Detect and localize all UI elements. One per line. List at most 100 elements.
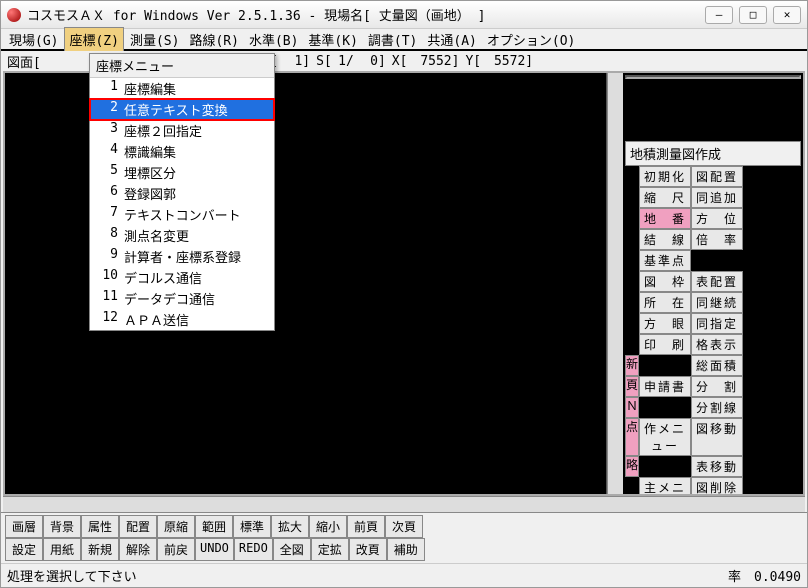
panel-btn-9-1[interactable]: 総面積	[691, 355, 743, 376]
dropdown-item-6[interactable]: 6登録図郭	[90, 183, 274, 204]
bottom-row2-4[interactable]: 前戻	[157, 538, 195, 561]
panel-btn-3-0[interactable]: 結 線	[639, 229, 691, 250]
bottom-row1-6[interactable]: 標準	[233, 515, 271, 538]
bottom-row2-2[interactable]: 新規	[81, 538, 119, 561]
dropdown-item-9[interactable]: 9計算者・座標系登録	[90, 246, 274, 267]
x-label: X[	[390, 54, 410, 69]
bottom-row1-7[interactable]: 拡大	[271, 515, 309, 538]
panel-btn-12-0[interactable]: 作メニュー	[639, 418, 691, 456]
dropdown-item-4[interactable]: 4標識編集	[90, 141, 274, 162]
dropdown-item-2[interactable]: 2任意テキスト変換	[90, 99, 274, 120]
panel-btn-14-0[interactable]: 主メニュー	[639, 477, 691, 496]
vertical-scrollbar[interactable]	[607, 73, 623, 494]
panel-btn-6-1[interactable]: 同継続	[691, 292, 743, 313]
panel-btn-11-1[interactable]: 分割線	[691, 397, 743, 418]
side-a-0	[625, 166, 639, 187]
panel-title: 地積測量図作成	[625, 141, 801, 166]
menu-8[interactable]: オプション(O)	[483, 28, 579, 51]
menu-7[interactable]: 共通(A)	[423, 28, 480, 51]
panel-btn-1-0[interactable]: 縮 尺	[639, 187, 691, 208]
dropdown-item-7[interactable]: 7テキストコンバート	[90, 204, 274, 225]
bottom-row2-1[interactable]: 用紙	[43, 538, 81, 561]
menu-2[interactable]: 測量(S)	[126, 28, 183, 51]
panel-btn-14-1[interactable]: 図削除	[691, 477, 743, 496]
dropdown-item-3[interactable]: 3座標２回指定	[90, 120, 274, 141]
bottom-row1-2[interactable]: 属性	[81, 515, 119, 538]
statusbar: 処理を選択して下さい 率 0.0490	[1, 563, 807, 587]
side-a-1	[625, 187, 639, 208]
panel-btn-12-1[interactable]: 図移動	[691, 418, 743, 456]
menu-5[interactable]: 基準(K)	[304, 28, 361, 51]
bottom-row2-0[interactable]: 設定	[5, 538, 43, 561]
side-a-10[interactable]: 頁	[625, 376, 639, 397]
bottom-row2-5[interactable]: UNDO	[195, 538, 234, 561]
bottom-row1-10[interactable]: 次頁	[385, 515, 423, 538]
side-a-14	[625, 477, 639, 496]
dropdown-item-5[interactable]: 5埋標区分	[90, 162, 274, 183]
side-a-4	[625, 250, 639, 271]
panel-btn-4-1	[691, 250, 743, 271]
bottom-row1-0[interactable]: 画層	[5, 515, 43, 538]
side-a-11[interactable]: Ｎ	[625, 397, 639, 418]
dropdown-item-10[interactable]: 10デコルス通信	[90, 267, 274, 288]
panel-btn-10-1[interactable]: 分 割	[691, 376, 743, 397]
menu-6[interactable]: 調書(T)	[364, 28, 421, 51]
panel-btn-5-0[interactable]: 図 枠	[639, 271, 691, 292]
bottom-row1-9[interactable]: 前頁	[347, 515, 385, 538]
dropdown-item-1[interactable]: 1座標編集	[90, 78, 274, 99]
dropdown-item-11[interactable]: 11データデコ通信	[90, 288, 274, 309]
bottom-row2-3[interactable]: 解除	[119, 538, 157, 561]
bottom-row2-9[interactable]: 改頁	[349, 538, 387, 561]
panel-btn-8-0[interactable]: 印 刷	[639, 334, 691, 355]
maximize-button[interactable]: □	[739, 6, 767, 24]
panel-btn-10-0[interactable]: 申請書	[639, 376, 691, 397]
bottom-row1-5[interactable]: 範囲	[195, 515, 233, 538]
rate-label: 率	[728, 570, 741, 585]
bottom-row2-10[interactable]: 補助	[387, 538, 425, 561]
panel-btn-6-0[interactable]: 所 在	[639, 292, 691, 313]
side-a-3	[625, 229, 639, 250]
panel-btn-8-1[interactable]: 格表示	[691, 334, 743, 355]
side-a-12[interactable]: 点	[625, 418, 639, 456]
minimize-button[interactable]: ―	[705, 6, 733, 24]
dropdown-item-12[interactable]: 12ＡＰＡ送信	[90, 309, 274, 330]
bottom-row1-8[interactable]: 縮小	[309, 515, 347, 538]
bottom-row1-4[interactable]: 原縮	[157, 515, 195, 538]
horizontal-scrollbar[interactable]	[3, 496, 805, 512]
panel-btn-7-0[interactable]: 方 眼	[639, 313, 691, 334]
menu-4[interactable]: 水準(B)	[245, 28, 302, 51]
panel-btn-9-0	[639, 355, 691, 376]
x-value: 7552]	[411, 54, 461, 69]
bottom-row2-7[interactable]: 全図	[273, 538, 311, 561]
bottom-row2-6[interactable]: REDO	[234, 538, 273, 561]
dropdown-item-8[interactable]: 8測点名変更	[90, 225, 274, 246]
menu-3[interactable]: 路線(R)	[185, 28, 242, 51]
panel-btn-0-0[interactable]: 初期化	[639, 166, 691, 187]
panel-btn-2-1[interactable]: 方 位	[691, 208, 743, 229]
rate-value: 0.0490	[754, 570, 801, 585]
panel-btn-7-1[interactable]: 同指定	[691, 313, 743, 334]
dropdown-title: 座標メニュー	[90, 54, 274, 78]
s2-value: 0]	[358, 54, 388, 69]
side-a-9[interactable]: 新	[625, 355, 639, 376]
menu-0[interactable]: 現場(G)	[5, 28, 62, 51]
app-icon	[7, 8, 21, 22]
menu-1[interactable]: 座標(Z)	[64, 27, 123, 52]
panel-btn-13-1[interactable]: 表移動	[691, 456, 743, 477]
bottom-row1-3[interactable]: 配置	[119, 515, 157, 538]
bottom-row2-8[interactable]: 定拡	[311, 538, 349, 561]
side-a-7	[625, 313, 639, 334]
status-message: 処理を選択して下さい	[7, 566, 137, 585]
panel-btn-4-0[interactable]: 基準点	[639, 250, 691, 271]
panel-btn-13-0	[639, 456, 691, 477]
side-a-13[interactable]: 略	[625, 456, 639, 477]
bottom-row1-1[interactable]: 背景	[43, 515, 81, 538]
panel-btn-2-0[interactable]: 地 番	[639, 208, 691, 229]
titlebar: コスモスＡＸ for Windows Ver 2.5.1.36 - 現場名[ 丈…	[1, 1, 807, 29]
close-button[interactable]: ✕	[773, 6, 801, 24]
panel-btn-0-1[interactable]: 図配置	[691, 166, 743, 187]
side-a-5	[625, 271, 639, 292]
panel-btn-1-1[interactable]: 同追加	[691, 187, 743, 208]
panel-btn-5-1[interactable]: 表配置	[691, 271, 743, 292]
panel-btn-3-1[interactable]: 倍 率	[691, 229, 743, 250]
